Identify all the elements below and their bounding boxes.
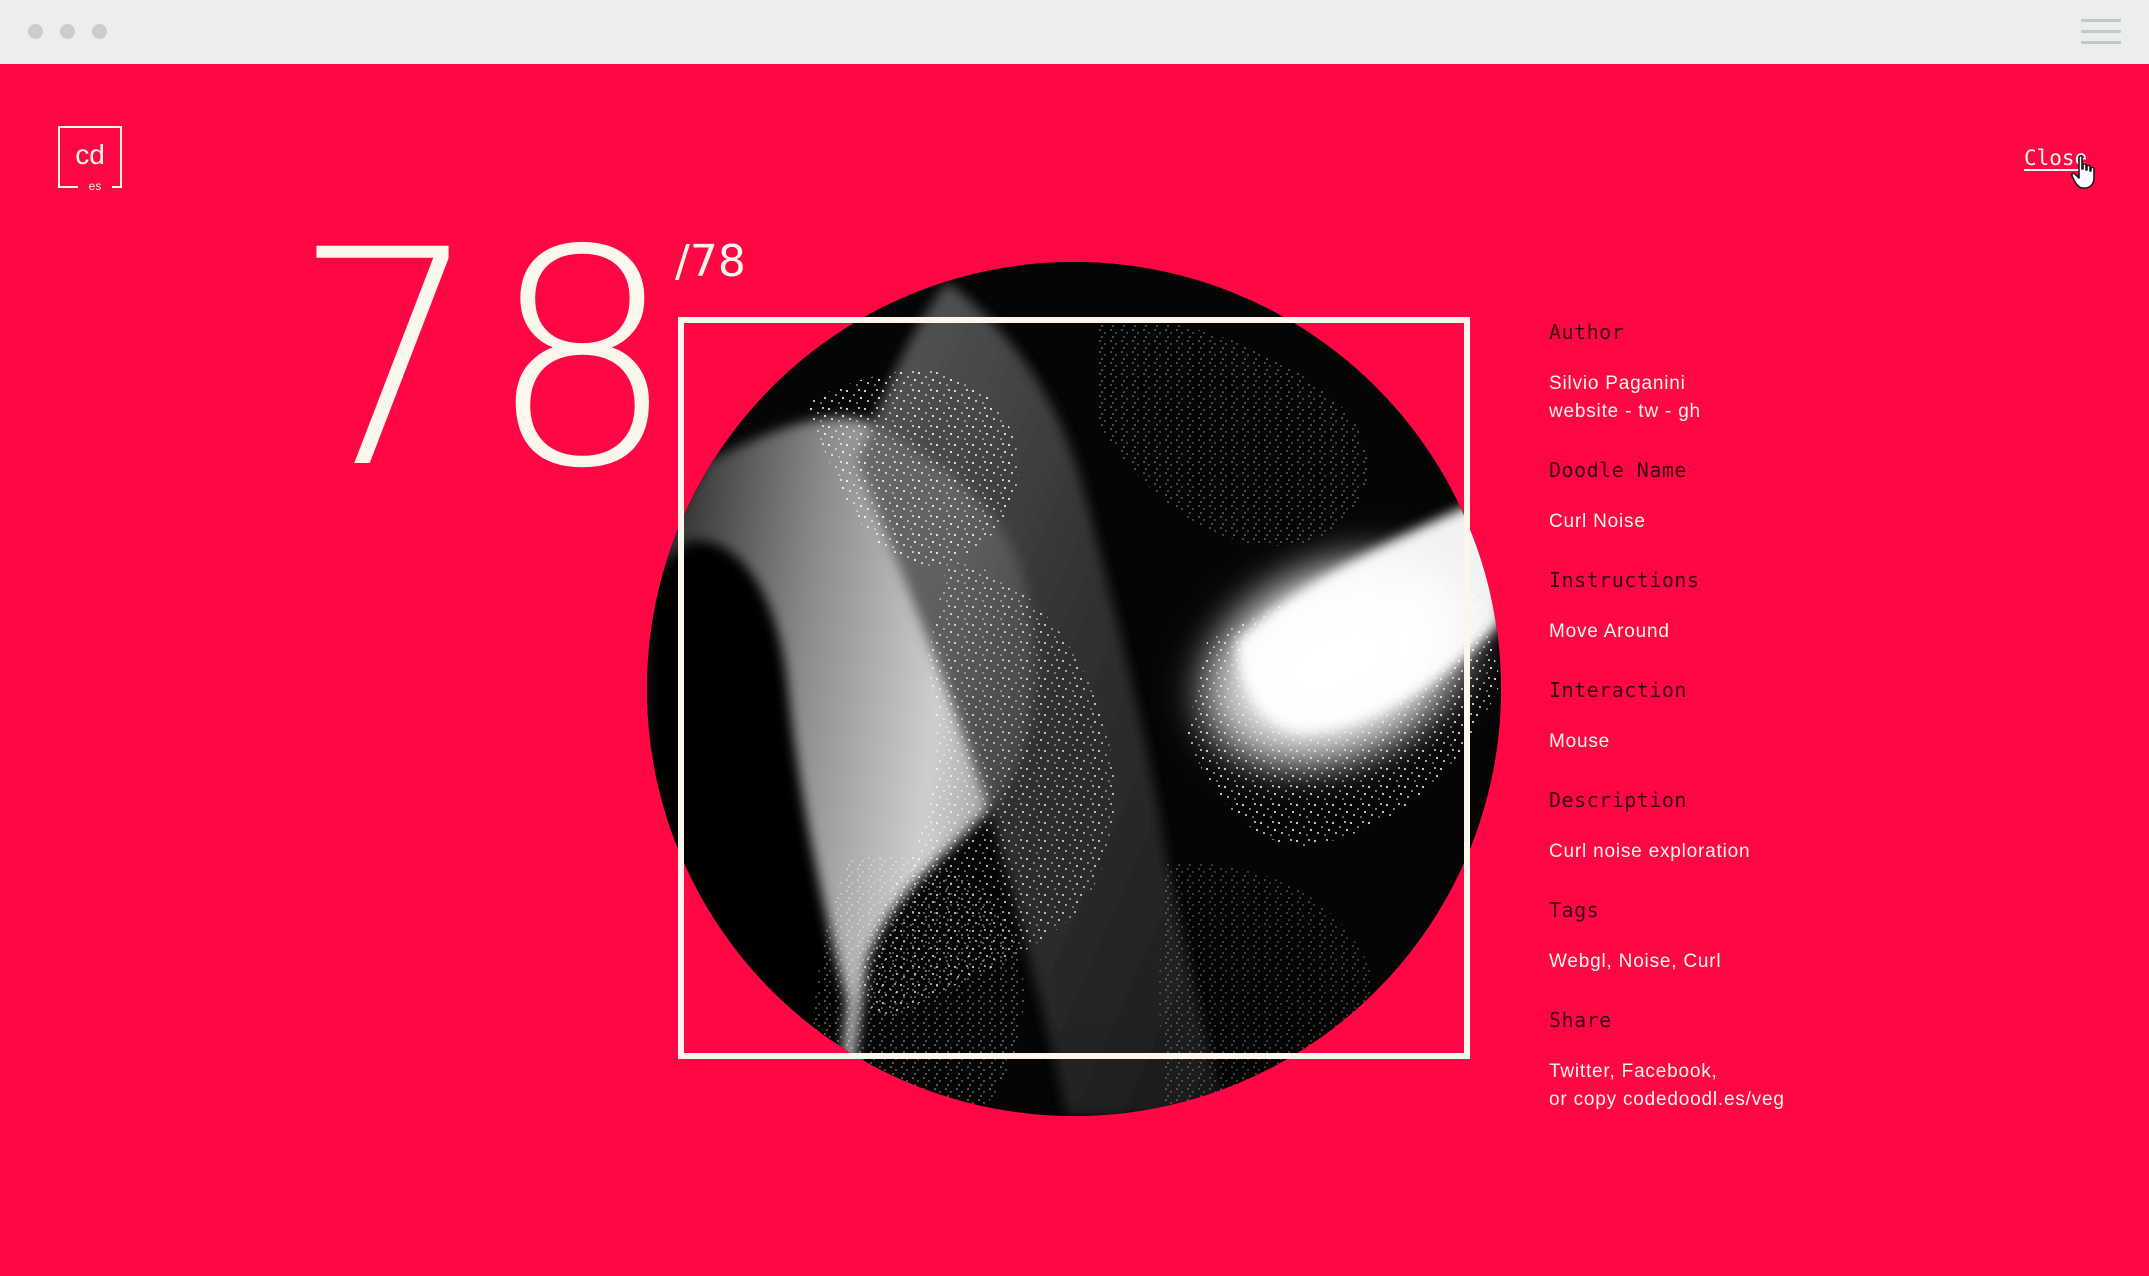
- doodle-number: 78: [292, 187, 684, 534]
- logo-subtext: es: [78, 180, 112, 192]
- doodle-info-panel: Author Silvio Paganini website - tw - gh…: [1549, 320, 2109, 1146]
- site-logo[interactable]: cd es: [58, 126, 122, 192]
- info-instructions: Instructions Move Around: [1549, 568, 2109, 646]
- logo-text: cd: [75, 139, 105, 170]
- info-share: Share Twitter, Facebook, or copy codedoo…: [1549, 1008, 2109, 1114]
- doodle-frame: [678, 317, 1470, 1059]
- info-label: Interaction: [1549, 678, 1687, 702]
- info-label: Instructions: [1549, 568, 1700, 592]
- info-tags: Tags Webgl, Noise, Curl: [1549, 898, 2109, 976]
- doodle-detail-page: cd es Close 78 /78 Author Silvio Paganin…: [0, 64, 2149, 1276]
- doodle-total: /78: [675, 236, 746, 287]
- window-close-dot[interactable]: [28, 24, 43, 39]
- info-interaction: Interaction Mouse: [1549, 678, 2109, 756]
- info-label: Doodle Name: [1549, 458, 1687, 482]
- browser-chrome: [0, 0, 2149, 64]
- window-minimize-dot[interactable]: [60, 24, 75, 39]
- tags-value[interactable]: Webgl, Noise, Curl: [1549, 948, 2109, 976]
- info-label: Tags: [1549, 898, 1600, 922]
- info-label: Share: [1549, 1008, 1612, 1032]
- share-copy-link[interactable]: or copy codedoodl.es/veg: [1549, 1086, 2109, 1114]
- info-author: Author Silvio Paganini website - tw - gh: [1549, 320, 2109, 426]
- instructions-value: Move Around: [1549, 621, 1670, 642]
- window-maximize-dot[interactable]: [92, 24, 107, 39]
- description-value: Curl noise exploration: [1549, 841, 1751, 862]
- author-links[interactable]: website - tw - gh: [1549, 398, 2109, 426]
- hamburger-icon[interactable]: [2081, 19, 2121, 45]
- interaction-value: Mouse: [1549, 731, 1611, 752]
- author-name[interactable]: Silvio Paganini: [1549, 370, 2109, 398]
- info-label: Author: [1549, 320, 1625, 344]
- info-description: Description Curl noise exploration: [1549, 788, 2109, 866]
- share-links[interactable]: Twitter, Facebook,: [1549, 1058, 2109, 1086]
- doodle-name-value: Curl Noise: [1549, 511, 1646, 532]
- info-doodle-name: Doodle Name Curl Noise: [1549, 458, 2109, 536]
- info-label: Description: [1549, 788, 1687, 812]
- hand-pointer-icon: [2070, 155, 2095, 189]
